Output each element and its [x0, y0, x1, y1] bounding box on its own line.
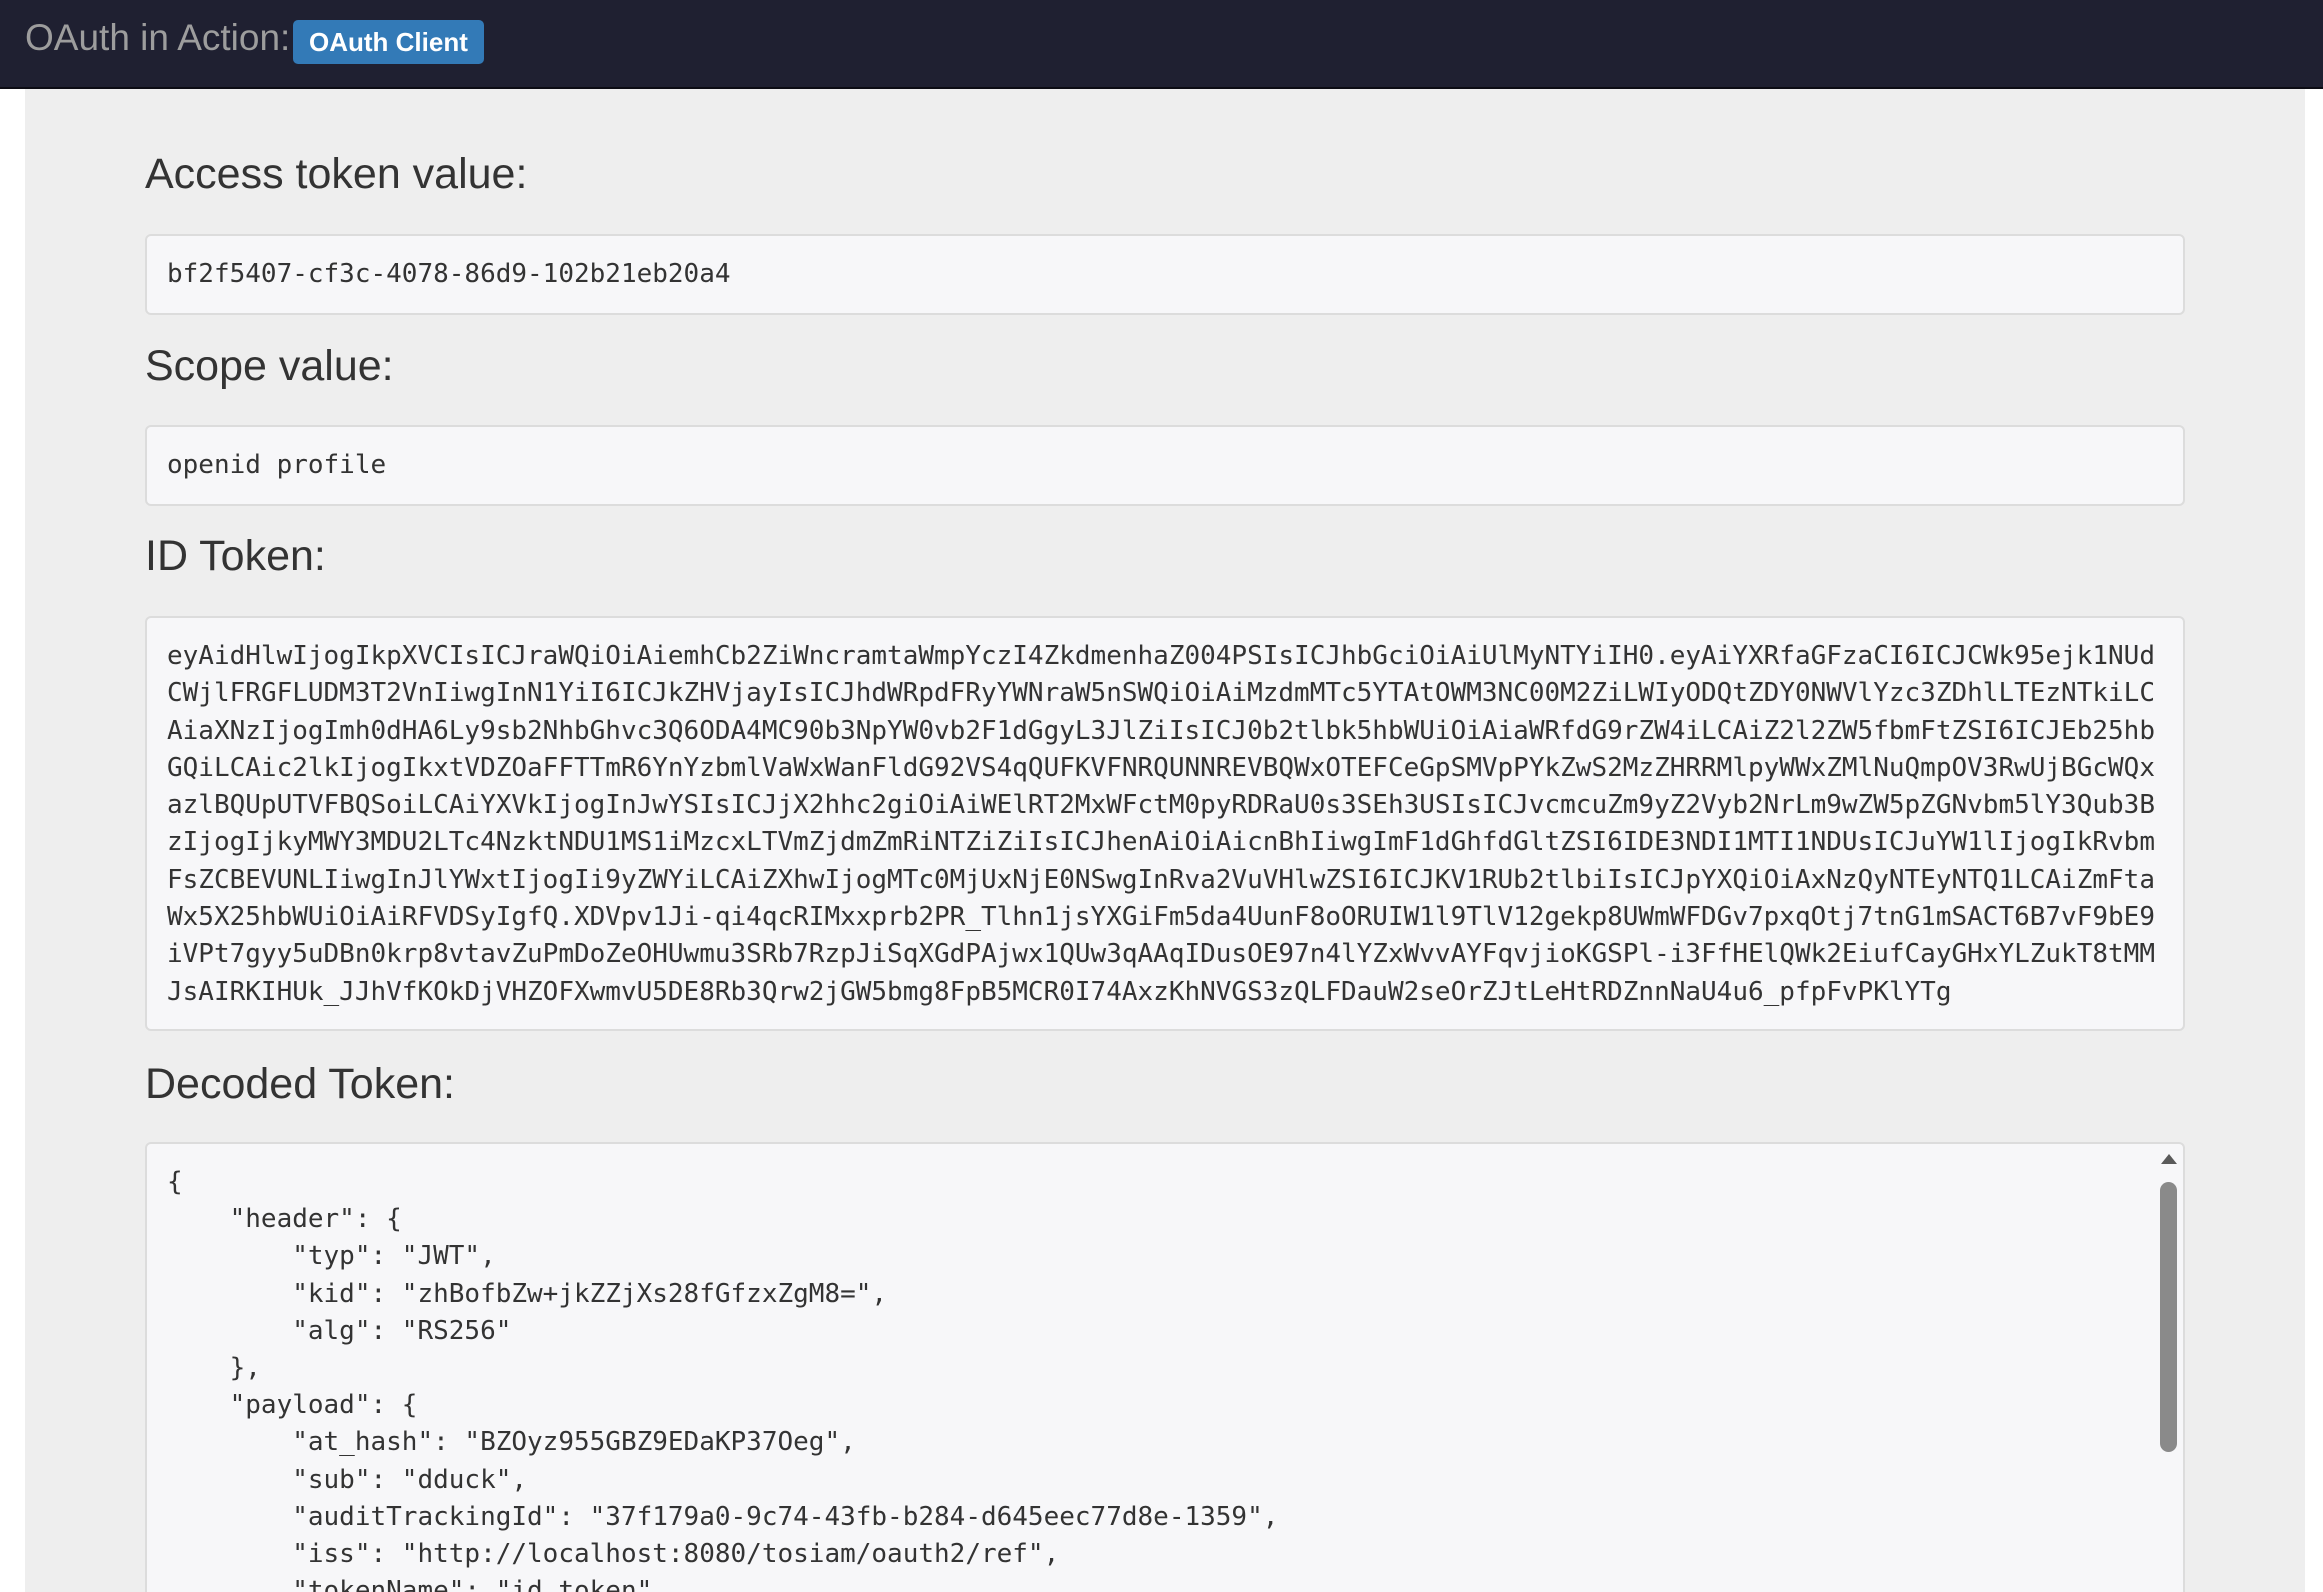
scope-value: openid profile	[145, 425, 2185, 506]
decoded-token-heading: Decoded Token:	[145, 1060, 455, 1108]
top-navbar: OAuth in Action: OAuth Client	[0, 0, 2323, 89]
scroll-up-arrow-icon[interactable]	[2161, 1154, 2177, 1164]
scope-heading: Scope value:	[145, 342, 394, 390]
client-badge: OAuth Client	[293, 20, 484, 64]
id-token-value: eyAidHlwIjogIkpXVCIsICJraWQiOiAiemhCb2Zi…	[145, 616, 2185, 1031]
decoded-token-panel[interactable]: { "header": { "typ": "JWT", "kid": "zhBo…	[145, 1142, 2185, 1592]
decoded-token-json: { "header": { "typ": "JWT", "kid": "zhBo…	[167, 1167, 1279, 1592]
app-brand[interactable]: OAuth in Action:	[25, 17, 290, 59]
main-content: Access token value: bf2f5407-cf3c-4078-8…	[25, 89, 2305, 1592]
id-token-heading: ID Token:	[145, 532, 326, 580]
access-token-heading: Access token value:	[145, 150, 528, 198]
decoded-token-scrollbar[interactable]	[2155, 1146, 2181, 1592]
scroll-thumb[interactable]	[2160, 1182, 2177, 1452]
access-token-value: bf2f5407-cf3c-4078-86d9-102b21eb20a4	[145, 234, 2185, 315]
